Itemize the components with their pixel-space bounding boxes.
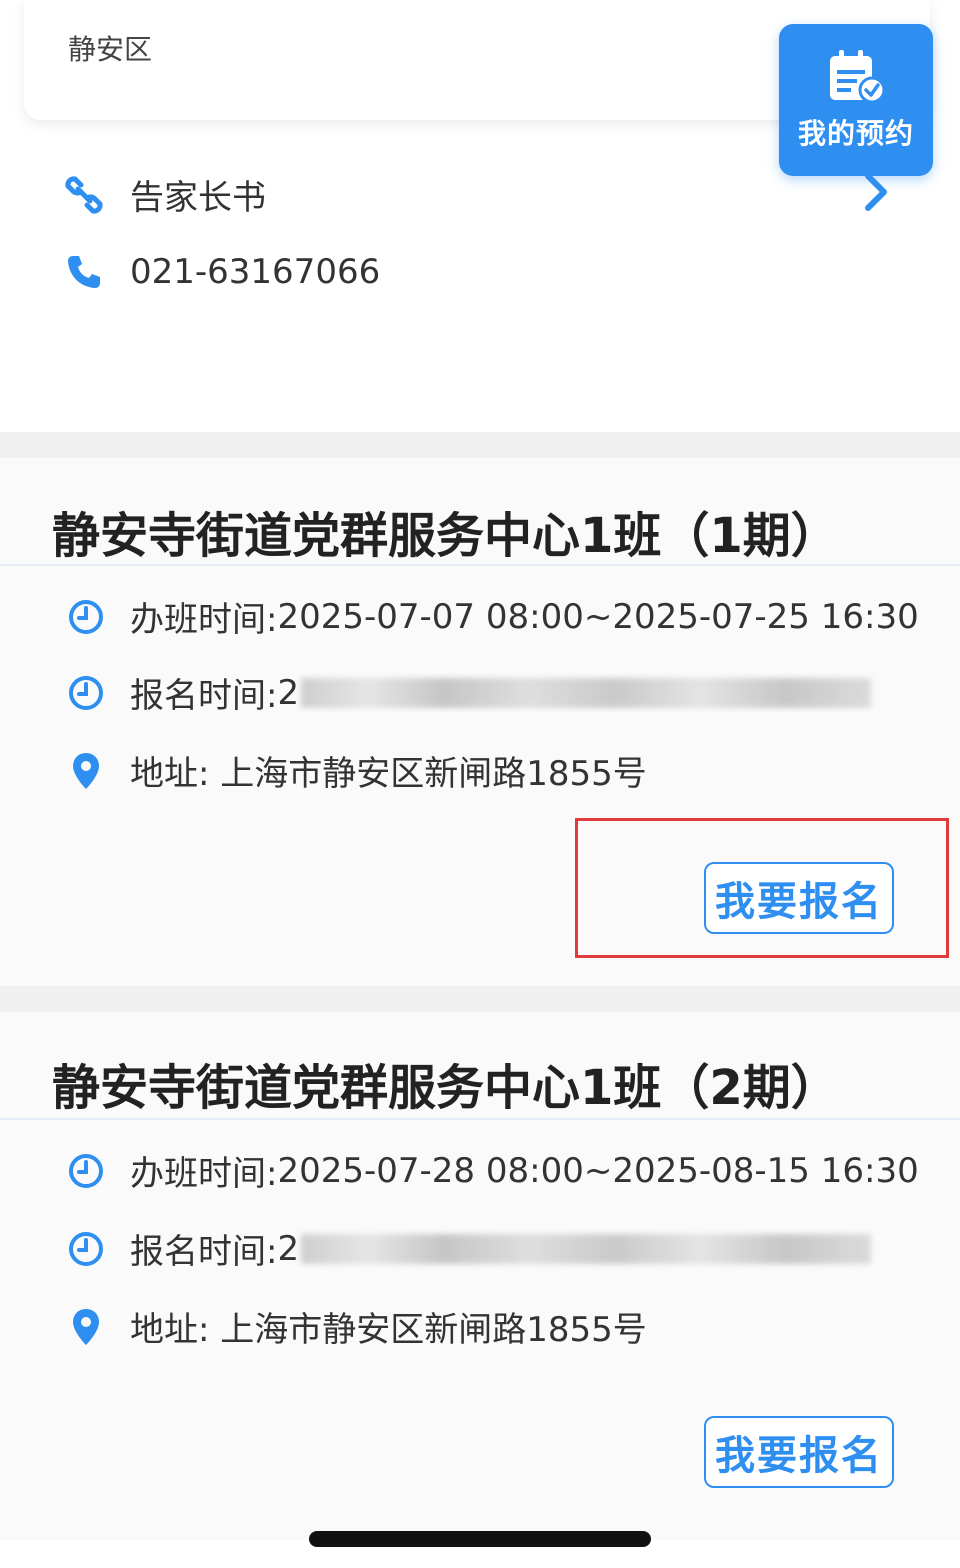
- home-indicator[interactable]: [309, 1531, 651, 1547]
- register-time-row: 报名时间: 2: [66, 1224, 872, 1273]
- my-booking-label: 我的预约: [797, 117, 914, 150]
- clock-icon: [66, 673, 106, 713]
- class-time-value: 2025-07-07 08:00~2025-07-25 16:30: [277, 596, 919, 637]
- register-time-value: 2: [277, 1228, 300, 1269]
- clock-icon: [66, 1151, 106, 1191]
- parent-letter-row[interactable]: 告家长书: [64, 170, 266, 219]
- section-separator: [0, 986, 960, 1012]
- signup-button[interactable]: 我要报名: [704, 1416, 894, 1488]
- address-text: 地址: 上海市静安区新闸路1855号: [130, 754, 647, 794]
- card-divider: [0, 1118, 960, 1120]
- redacted-text: [301, 1233, 872, 1264]
- location-pin-icon: [66, 1307, 106, 1347]
- register-time-label: 报名时间:: [130, 676, 278, 716]
- redacted-text: [301, 677, 872, 708]
- class-time-value: 2025-07-28 08:00~2025-08-15 16:30: [277, 1150, 919, 1191]
- district-text: 静安区: [68, 33, 153, 66]
- parent-letter-label: 告家长书: [130, 178, 266, 218]
- location-pin-icon: [66, 751, 106, 791]
- link-icon: [64, 175, 104, 215]
- class-title: 静安寺街道党群服务中心1班（2期）: [52, 1060, 839, 1116]
- register-time-value: 2: [277, 672, 300, 713]
- class-time-row: 办班时间: 2025-07-28 08:00~2025-08-15 16:30: [66, 1146, 919, 1195]
- class-card: 静安寺街道党群服务中心1班（2期） 办班时间: 2025-07-28 08:00…: [0, 1012, 960, 1540]
- card-divider: [0, 564, 960, 566]
- clock-icon: [66, 597, 106, 637]
- calendar-check-icon: [830, 50, 886, 104]
- my-booking-button[interactable]: 我的预约: [779, 24, 933, 176]
- phone-number: 021-63167066: [130, 252, 381, 292]
- class-title: 静安寺街道党群服务中心1班（1期）: [52, 508, 839, 564]
- class-time-row: 办班时间: 2025-07-07 08:00~2025-07-25 16:30: [66, 592, 919, 641]
- address-row: 地址: 上海市静安区新闸路1855号: [66, 1302, 647, 1351]
- section-separator: [0, 432, 960, 458]
- phone-row[interactable]: 021-63167066: [64, 252, 380, 292]
- register-time-label: 报名时间:: [130, 1232, 278, 1272]
- clock-icon: [66, 1229, 106, 1269]
- class-time-label: 办班时间:: [130, 1154, 278, 1194]
- register-time-row: 报名时间: 2: [66, 668, 872, 717]
- class-time-label: 办班时间:: [130, 600, 278, 640]
- address-row: 地址: 上海市静安区新闸路1855号: [66, 746, 647, 795]
- highlight-box: [575, 818, 949, 958]
- address-text: 地址: 上海市静安区新闸路1855号: [130, 1310, 647, 1350]
- phone-icon: [64, 252, 104, 292]
- chevron-right-icon[interactable]: [858, 172, 894, 212]
